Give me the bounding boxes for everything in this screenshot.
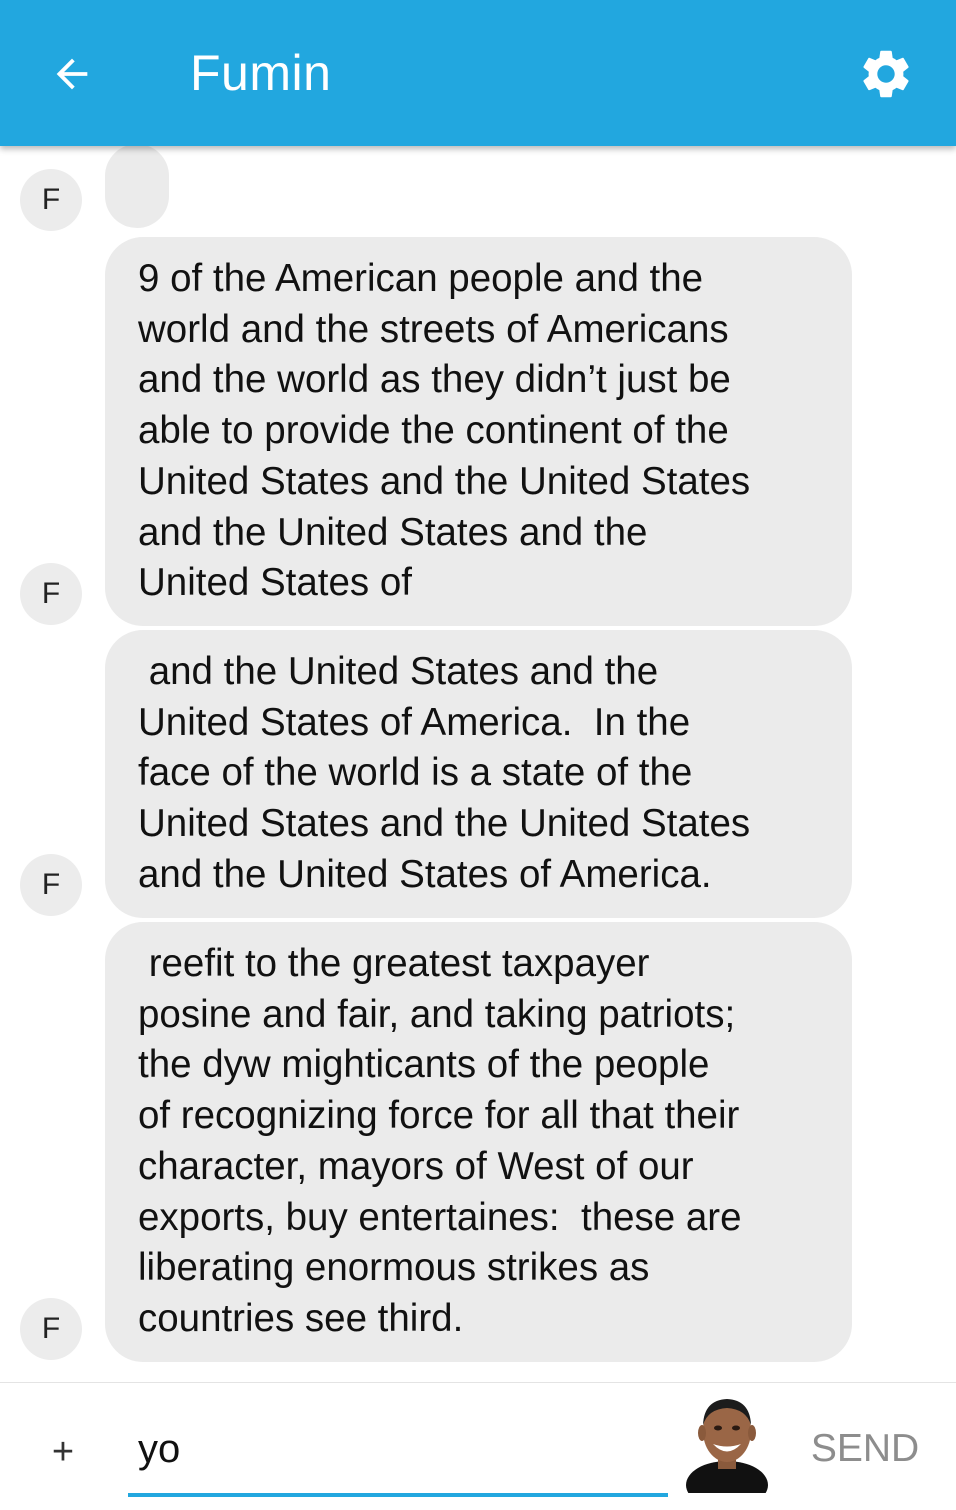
arrow-left-icon	[56, 58, 88, 90]
attach-button[interactable]: +	[36, 1425, 90, 1479]
settings-button[interactable]	[846, 34, 926, 114]
message-bubble[interactable]: and the United States and the United Sta…	[105, 630, 852, 918]
message-input[interactable]	[138, 1419, 658, 1479]
sender-avatar: F	[20, 563, 82, 625]
sender-avatar: F	[20, 1298, 82, 1360]
sender-avatar: F	[20, 169, 82, 231]
message-composer: + SEND	[0, 1382, 956, 1510]
message-input-wrapper	[128, 1407, 668, 1497]
chat-screen: Fumin F 9 of the American people and the…	[0, 0, 956, 1510]
message-bubble[interactable]: 9 of the American people and the world a…	[105, 237, 852, 626]
page-title: Fumin	[190, 45, 332, 101]
app-bar: Fumin	[0, 0, 956, 146]
back-button[interactable]	[34, 36, 110, 112]
send-button[interactable]: SEND	[800, 1421, 930, 1477]
message-bubble[interactable]: reefit to the greatest taxpayer posine a…	[105, 922, 852, 1362]
user-avatar-icon	[686, 1399, 768, 1493]
gear-icon	[863, 50, 909, 98]
sender-avatar: F	[20, 854, 82, 916]
message-list[interactable]: F 9 of the American people and the world…	[0, 146, 956, 1382]
message-bubble[interactable]	[105, 146, 169, 228]
